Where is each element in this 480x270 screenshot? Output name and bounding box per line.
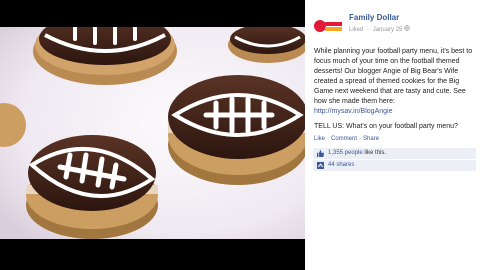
post-header: Family Dollar Liked · January 25 — [313, 12, 478, 38]
action-separator: · — [327, 136, 330, 142]
share-link[interactable]: Share — [363, 136, 379, 142]
thumbs-up-icon — [317, 150, 324, 157]
post-date[interactable]: January 25 — [373, 27, 403, 33]
action-separator: · — [359, 136, 362, 142]
likes-suffix: like this. — [362, 150, 387, 156]
likes-text: 1,355 people like this. — [328, 150, 386, 156]
like-link[interactable]: Like — [314, 136, 325, 142]
liked-status: Liked — [349, 27, 364, 33]
post-sidebar: Family Dollar Liked · January 25 While p… — [305, 0, 480, 270]
share-icon — [317, 162, 324, 169]
meta-separator: · — [367, 27, 370, 33]
comment-link[interactable]: Comment — [331, 136, 357, 142]
post-link[interactable]: http://mysav.in/BlogAngie — [314, 108, 392, 115]
cookie-middle-right — [168, 75, 305, 185]
post-paragraph: While planning your football party menu,… — [314, 48, 473, 105]
likes-row: 1,355 people like this. — [313, 148, 476, 159]
globe-icon — [404, 25, 410, 33]
post-meta: Liked · January 25 — [349, 25, 410, 33]
cookie-bottom-left — [26, 135, 158, 239]
likes-count[interactable]: 1,355 people — [328, 150, 363, 156]
post-actions: Like · Comment · Share — [314, 136, 379, 142]
shares-count[interactable]: 44 shares — [328, 162, 354, 168]
post-text: While planning your football party menu,… — [314, 47, 477, 117]
post-question: TELL US: What's on your football party m… — [314, 123, 458, 130]
post-photo[interactable] — [0, 27, 305, 239]
family-dollar-logo[interactable] — [313, 15, 343, 37]
page-name[interactable]: Family Dollar — [349, 13, 399, 22]
cookie-top-right — [228, 27, 305, 63]
photo-viewer: Family Dollar Liked · January 25 While p… — [0, 0, 480, 270]
shares-row: 44 shares — [313, 160, 476, 171]
